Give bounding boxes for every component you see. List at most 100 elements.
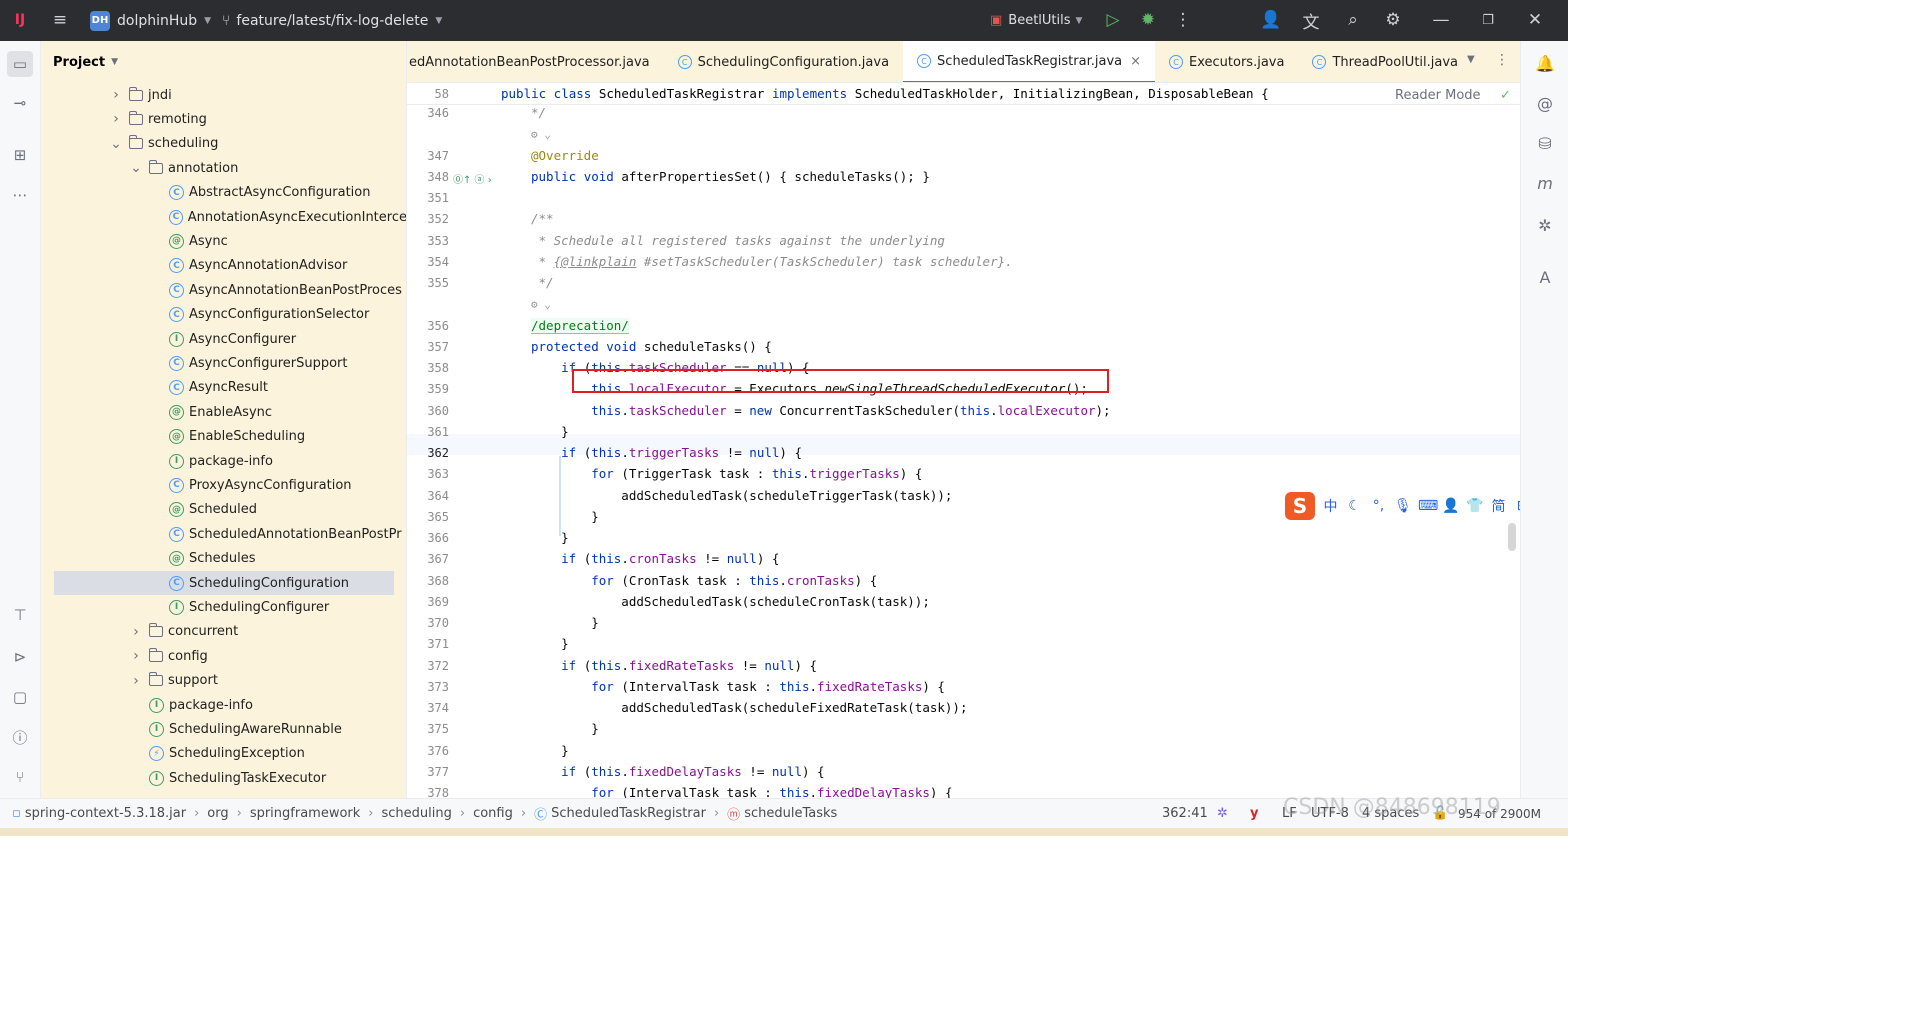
tab-list-chevron-icon[interactable]: ▼ bbox=[1467, 54, 1475, 65]
tree-folder[interactable]: › config bbox=[41, 644, 406, 668]
minimize-icon[interactable]: — bbox=[1428, 7, 1454, 33]
code-line[interactable]: if (this.cronTasks != null) { bbox=[531, 551, 779, 566]
commit-icon[interactable]: ⊸ bbox=[8, 91, 32, 115]
terminal-icon[interactable]: ▢ bbox=[8, 685, 32, 709]
code-line[interactable]: ⚙ ⌄ bbox=[531, 296, 551, 311]
ime-mode-label[interactable]: 中 bbox=[1322, 496, 1339, 516]
problems-icon[interactable]: ⓘ bbox=[8, 725, 32, 749]
tree-file[interactable]: Ipackage-info bbox=[41, 693, 406, 717]
user-icon[interactable]: 👤 bbox=[1442, 498, 1459, 514]
more-actions-icon[interactable]: ⋮ bbox=[1170, 7, 1196, 33]
tab-editor-file[interactable]: edAnnotationBeanPostProcessor.java bbox=[407, 41, 664, 82]
code-line[interactable]: } bbox=[531, 530, 569, 545]
chevron-right-icon[interactable]: › bbox=[109, 111, 123, 127]
reader-mode-button[interactable]: Reader Mode bbox=[1395, 88, 1481, 103]
code-line[interactable]: addScheduledTask(scheduleFixedRateTask(t… bbox=[531, 700, 967, 715]
tab-close-icon[interactable]: × bbox=[1130, 54, 1141, 69]
tab-editor-file[interactable]: C SchedulingConfiguration.java bbox=[664, 41, 903, 82]
sticky-header[interactable]: 58 public class ScheduledTaskRegistrar i… bbox=[407, 83, 1520, 105]
code-line[interactable]: /** bbox=[531, 211, 554, 226]
code-line[interactable]: ⚙ ⌄ bbox=[531, 126, 551, 141]
project-folder-icon[interactable]: ▭ bbox=[7, 51, 33, 77]
code-line[interactable]: } bbox=[531, 636, 569, 651]
tab-more-icon[interactable]: ⋮ bbox=[1495, 52, 1509, 68]
tree-folder[interactable]: › support bbox=[41, 669, 406, 693]
code-line[interactable]: } bbox=[531, 615, 599, 630]
chevron-down-icon[interactable]: ⌄ bbox=[129, 160, 143, 176]
code-line[interactable]: } bbox=[531, 721, 599, 736]
ai-assistant-icon[interactable]: @ bbox=[1533, 91, 1557, 115]
breadcrumb-item[interactable]: scheduleTasks bbox=[744, 806, 837, 821]
more-tools-icon[interactable]: ⋯ bbox=[8, 183, 32, 207]
tree-file[interactable]: C AsyncAnnotationBeanPostProces bbox=[41, 278, 406, 302]
tree-file[interactable]: C ProxyAsyncConfiguration bbox=[41, 473, 406, 497]
tree-file[interactable]: I AsyncConfigurer bbox=[41, 327, 406, 351]
code-line[interactable]: */ bbox=[531, 275, 554, 290]
tab-editor-file[interactable]: C ThreadPoolUtil.java bbox=[1298, 41, 1472, 82]
code-line[interactable]: if (this.fixedRateTasks != null) { bbox=[531, 658, 817, 673]
chevron-down-icon[interactable]: ⌄ bbox=[109, 136, 123, 152]
maven-icon[interactable]: m bbox=[1533, 171, 1557, 195]
code-line[interactable]: */ bbox=[531, 105, 546, 120]
code-line[interactable]: addScheduledTask(scheduleTriggerTask(tas… bbox=[531, 488, 952, 503]
chevron-right-icon[interactable]: › bbox=[129, 673, 143, 689]
run-services-icon[interactable]: ⊳ bbox=[8, 645, 32, 669]
keyboard-icon[interactable]: ⌨ bbox=[1418, 498, 1438, 514]
tree-folder[interactable]: › concurrent bbox=[41, 620, 406, 644]
chevron-right-icon[interactable]: › bbox=[129, 624, 143, 640]
memory-indicator[interactable]: 954 of 2900M bbox=[1458, 807, 1541, 821]
code-line[interactable]: protected void scheduleTasks() { bbox=[531, 339, 772, 354]
structure-icon[interactable]: ⊞ bbox=[8, 143, 32, 167]
code-line[interactable]: addScheduledTask(scheduleCronTask(task))… bbox=[531, 594, 930, 609]
search-icon[interactable]: ⌕ bbox=[1340, 7, 1366, 33]
chevron-right-icon[interactable]: › bbox=[109, 87, 123, 103]
maximize-icon[interactable]: ❐ bbox=[1475, 7, 1501, 33]
code-line[interactable]: } bbox=[531, 424, 569, 439]
build-hammer-icon[interactable]: ⊤ bbox=[8, 603, 32, 627]
yuque-icon[interactable]: y bbox=[1250, 806, 1258, 821]
code-line[interactable]: if (this.fixedDelayTasks != null) { bbox=[531, 764, 824, 779]
tree-file[interactable]: C AsyncResult bbox=[41, 376, 406, 400]
indent-setting[interactable]: 4 spaces bbox=[1362, 806, 1419, 821]
microphone-icon[interactable]: 🎙 bbox=[1394, 498, 1412, 514]
intellij-logo-icon[interactable]: IJ bbox=[7, 7, 33, 33]
code-line[interactable]: for (TriggerTask task : this.triggerTask… bbox=[531, 466, 922, 481]
ime-simplified-label[interactable]: 简 bbox=[1490, 496, 1507, 516]
git-icon[interactable]: ⑂ bbox=[8, 765, 32, 789]
run-config-selector[interactable]: ▣ BeetlUtils ▼ bbox=[990, 0, 1082, 41]
code-line[interactable]: } bbox=[531, 509, 599, 524]
editor-scrollbar[interactable] bbox=[1508, 523, 1516, 551]
settings-gear-icon[interactable]: ⚙ bbox=[1380, 7, 1406, 33]
code-line[interactable]: * {@linkplain #setTaskScheduler(TaskSche… bbox=[531, 254, 1013, 269]
tree-file[interactable]: ⚡ SchedulingException bbox=[41, 742, 406, 766]
code-line[interactable]: @Override bbox=[531, 148, 599, 163]
line-separator[interactable]: LF bbox=[1282, 806, 1297, 821]
tree-folder[interactable]: › jndi bbox=[41, 83, 406, 107]
code-line[interactable]: * Schedule all registered tasks against … bbox=[531, 233, 945, 248]
notifications-bell-icon[interactable]: 🔔 bbox=[1533, 51, 1557, 75]
code-line[interactable]: public void afterPropertiesSet() { sched… bbox=[531, 169, 930, 184]
translate-panel-icon[interactable]: A bbox=[1533, 265, 1557, 289]
punctuation-icon[interactable]: °, bbox=[1370, 498, 1387, 514]
code-line[interactable]: if (this.triggerTasks != null) { bbox=[531, 445, 802, 460]
tree-file[interactable]: @ EnableAsync bbox=[41, 400, 406, 424]
translate-icon[interactable]: 文 bbox=[1298, 7, 1324, 33]
breadcrumb-item[interactable]: ScheduledTaskRegistrar bbox=[551, 806, 706, 821]
debug-icon[interactable]: ✹ bbox=[1135, 7, 1161, 33]
chevron-right-icon[interactable]: › bbox=[129, 648, 143, 664]
tree-file[interactable]: I SchedulingAwareRunnable bbox=[41, 717, 406, 741]
tree-folder[interactable]: › remoting bbox=[41, 107, 406, 131]
close-icon[interactable]: ✕ bbox=[1522, 7, 1548, 33]
main-menu-icon[interactable]: ≡ bbox=[47, 7, 73, 33]
code-line[interactable]: for (CronTask task : this.cronTasks) { bbox=[531, 573, 877, 588]
code-line[interactable]: this.taskScheduler = new ConcurrentTaskS… bbox=[531, 403, 1110, 418]
tree-folder[interactable]: ⌄ annotation bbox=[41, 156, 406, 180]
tree-file[interactable]: C AnnotationAsyncExecutionInterce bbox=[41, 205, 406, 229]
sogou-logo-icon[interactable]: S bbox=[1285, 492, 1315, 520]
tree-file[interactable]: C SchedulingConfiguration bbox=[54, 571, 394, 595]
breadcrumb-item[interactable]: spring-context-5.3.18.jar bbox=[25, 806, 186, 821]
tree-folder[interactable]: ⌄ scheduling bbox=[41, 132, 406, 156]
tree-file[interactable]: C ScheduledAnnotationBeanPostPr bbox=[41, 522, 406, 546]
breadcrumb-item[interactable]: springframework bbox=[250, 806, 360, 821]
breadcrumb-item[interactable]: org bbox=[207, 806, 228, 821]
